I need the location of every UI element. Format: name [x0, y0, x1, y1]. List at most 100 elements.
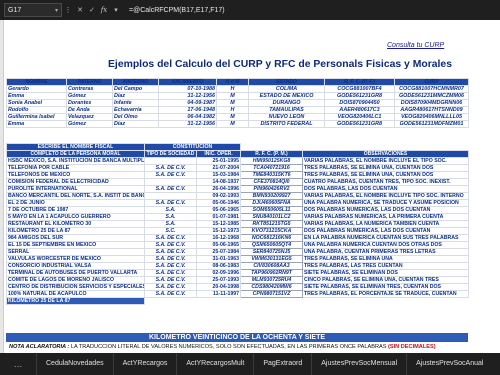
table-cell[interactable]: S.A. DE C.V. — [144, 234, 197, 242]
table-cell[interactable]: COMISION FEDERAL DE ELECTRICIDAD — [6, 178, 145, 186]
table-cell[interactable]: 20-04-1998 — [195, 283, 242, 291]
table-cell[interactable]: Guillermina Isabel — [6, 113, 67, 121]
table-cell[interactable]: TAP960902RN9T — [240, 269, 304, 277]
table-cell[interactable]: TRES PALABRAS, SE ELIMINA UNA, CUENTAN D… — [302, 164, 470, 172]
table-cell[interactable]: RESTAURANT EL KILOMETRO 30 — [6, 220, 145, 228]
table-cell[interactable]: CFE370814QI0 — [240, 178, 304, 186]
sheet-tab[interactable]: CedulaNovedades — [36, 353, 113, 375]
table-cell[interactable]: COCG881007BF4 — [324, 85, 395, 93]
table-cell[interactable] — [144, 178, 197, 186]
table-cell[interactable]: TME840315KT6 — [240, 171, 304, 179]
table-cell[interactable]: PIN960426RV2 — [240, 185, 304, 193]
table-cell[interactable]: S.C. — [144, 227, 197, 235]
table-cell[interactable]: 31-12-1956 — [158, 92, 217, 100]
table-cell[interactable]: ESTADO DE MÉXICO — [248, 92, 325, 100]
table-cell[interactable]: 17-06-1948 — [158, 106, 217, 114]
more-options-icon[interactable]: ⋮ — [62, 6, 74, 14]
table-cell[interactable]: 16-12-1968 — [195, 234, 242, 242]
table-cell[interactable]: TRES PALABRAS, SE ELIMINA UNA — [302, 255, 470, 263]
table-cell[interactable]: CPN9807151VZ — [240, 290, 304, 298]
table-cell[interactable]: H — [216, 85, 249, 93]
table-cell[interactable]: GODE561231MMCZMM06 — [394, 92, 469, 100]
table-cell[interactable]: VALVULAS WORCESTER DE MÉXICO — [6, 255, 145, 263]
table-cell[interactable]: Sonia Anabel — [6, 99, 67, 107]
table-cell[interactable]: S.A. DE C.V. — [144, 283, 197, 291]
table-cell[interactable]: Del Olmo — [112, 113, 159, 121]
table-cell[interactable]: S.A. — [144, 206, 197, 214]
table-cell[interactable]: S.A. DE C.V. — [144, 171, 197, 179]
table-cell[interactable]: Rodolfo — [6, 106, 67, 114]
table-cell[interactable]: VARIAS PALABRAS, EL NOMBRE INCLUYE EL TI… — [302, 157, 470, 165]
table-cell[interactable]: S.A. DE C.V. — [144, 269, 197, 277]
table-cell[interactable]: EN LA PALABRA NUMERICA CUENTAN SUS TRES … — [302, 234, 470, 242]
table-cell[interactable]: SERRAL — [6, 248, 145, 256]
table-cell[interactable]: 08-06-1983 — [195, 262, 242, 270]
table-cell[interactable]: AAGR480617HTSNND09 — [394, 106, 469, 114]
table-cell[interactable]: 25-01-1995 — [195, 157, 242, 165]
table-cell[interactable]: Dorantes — [66, 99, 113, 107]
table-cell[interactable]: 05-06-1965 — [195, 241, 242, 249]
table-cell[interactable]: UNA PALABRA NUMERICA CUENTAN DOS OTRAS D… — [302, 241, 470, 249]
table-cell[interactable]: 31-01-1963 — [195, 255, 242, 263]
table-cell[interactable]: DOS PALABRAS, LAS DOS CUENTAN — [302, 185, 470, 193]
table-cell[interactable]: S.A. DE C.V. — [144, 241, 197, 249]
table-cell[interactable]: 7 DE OCTUBRE DE 1987 — [6, 206, 145, 214]
table-cell[interactable]: COLIMA — [248, 85, 325, 93]
table-cell[interactable]: 05-06-1946 — [195, 199, 242, 207]
table-cell[interactable]: Infante — [112, 99, 159, 107]
table-cell[interactable]: AAER480617C3 — [324, 106, 395, 114]
table-cell[interactable]: 04-09-1987 — [158, 99, 217, 107]
table-cell[interactable]: UNA PALABRA, CUENTAN PRIMERAS TRES LETRA… — [302, 248, 470, 256]
table-cell[interactable]: UNA PALABRA NUMERICA, SE TRADUCE Y ASUME… — [302, 199, 470, 207]
table-cell[interactable]: GODE561231GR8 — [324, 120, 395, 128]
table-cell[interactable]: 25-07-1984 — [195, 248, 242, 256]
table-cell[interactable] — [144, 157, 197, 165]
table-cell[interactable]: 984 AMIGOS DEL SUR — [6, 234, 145, 242]
table-cell[interactable]: Emma — [6, 120, 67, 128]
table-cell[interactable]: S.A. DE C.V. — [144, 262, 197, 270]
table-cell[interactable]: 05-06-1965 — [195, 206, 242, 214]
table-cell[interactable]: COCG881007HCMNMR07 — [394, 85, 469, 93]
table-cell[interactable]: DISTRITO FEDERAL — [248, 120, 325, 128]
table-cell[interactable]: Gómez — [66, 120, 113, 128]
table-cell[interactable]: 06-04-1982 — [158, 113, 217, 121]
table-cell[interactable]: COMITE DE LAGOS DE MORENO JALISCO — [6, 276, 145, 284]
table-cell[interactable]: S.A. — [144, 213, 197, 221]
table-cell[interactable]: DJU460605FNA — [240, 199, 304, 207]
table-cell[interactable]: S.A. — [144, 220, 197, 228]
table-cell[interactable]: SOM650605L11 — [240, 206, 304, 214]
name-box[interactable]: G17 ▾ — [4, 3, 62, 17]
sheet-tab[interactable]: ActYRecargosMult — [176, 353, 253, 375]
table-cell[interactable]: Díaz — [112, 120, 159, 128]
table-cell[interactable]: SER840725NJ5 — [240, 248, 304, 256]
table-cell[interactable]: TELEFONOS DE MEXICO — [6, 171, 145, 179]
table-cell[interactable]: M — [216, 99, 249, 107]
table-cell[interactable]: DURANGO — [248, 99, 325, 107]
table-cell[interactable]: 21-07-2004 — [195, 164, 242, 172]
table-cell[interactable]: CUATRO PALABRAS, CUENTAN TRES, TIPO SOC.… — [302, 178, 470, 186]
table-cell[interactable]: VEOG820406LC1 — [324, 113, 395, 121]
table-cell[interactable]: CIV830608AA3 — [240, 262, 304, 270]
table-cell[interactable]: S.A. DE C.V. — [144, 255, 197, 263]
sheet-tab[interactable]: PagExtraord — [253, 353, 311, 375]
table-cell[interactable]: Díaz — [112, 92, 159, 100]
table-cell[interactable]: 15-12-1985 — [195, 220, 242, 228]
more-sheets-icon[interactable]: … — [0, 359, 36, 369]
table-cell[interactable]: CDS980420MW6 — [240, 283, 304, 291]
sheet-tab[interactable]: AjustesPrevSocAnual — [406, 353, 492, 375]
cancel-icon[interactable]: ✕ — [74, 6, 86, 14]
table-cell[interactable]: 26-04-1996 — [195, 185, 242, 193]
table-cell[interactable]: TAMAULIPAS — [248, 106, 325, 114]
table-cell[interactable]: KVO731215CKA — [240, 227, 304, 235]
chevron-down-icon[interactable]: ▾ — [55, 7, 58, 14]
table-cell[interactable]: RKT851215TG5 — [240, 220, 304, 228]
table-cell[interactable]: M — [216, 120, 249, 128]
table-cell[interactable]: Gómez — [66, 92, 113, 100]
table-cell[interactable]: 15-12-1973 — [195, 227, 242, 235]
table-cell[interactable]: EL 2 DE JUNIO — [6, 199, 145, 207]
table-cell[interactable]: Echavarría — [112, 106, 159, 114]
table-cell[interactable]: GODE561231MDFMZM01 — [394, 120, 469, 128]
table-cell[interactable]: M — [216, 92, 249, 100]
table-cell[interactable]: BANCO MERCANTIL DEL NORTE, S.A. INSTIT D… — [6, 192, 145, 200]
table-cell[interactable]: 14-08-1937 — [195, 178, 242, 186]
